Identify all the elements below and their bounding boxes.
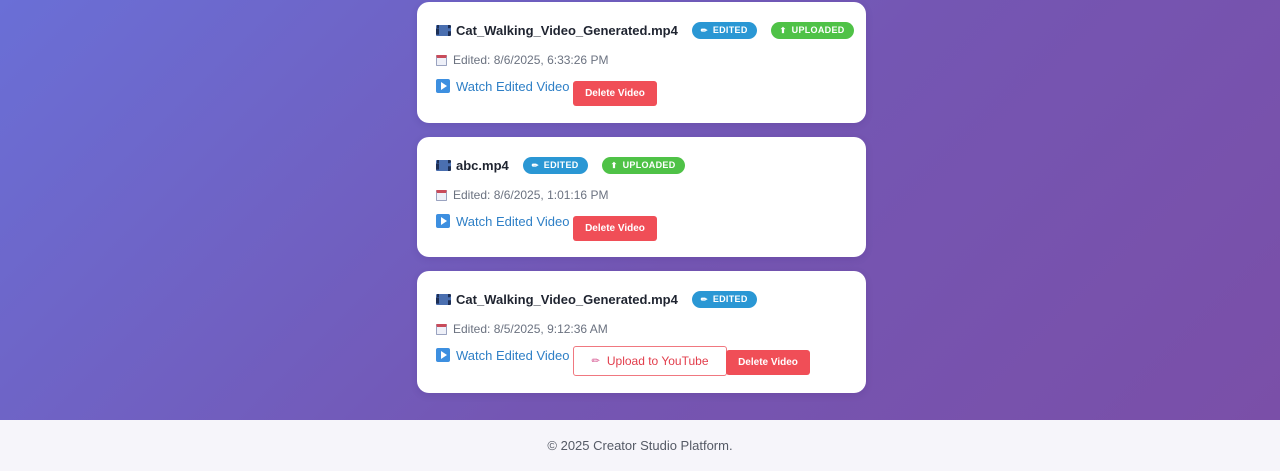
delete-video-button[interactable]: Delete Video bbox=[573, 216, 657, 241]
edited-date: Edited: 8/6/2025, 6:33:26 PM bbox=[453, 53, 609, 67]
edited-badge: ✏ EDITED bbox=[691, 290, 757, 308]
upload-button-label: Upload to YouTube bbox=[606, 354, 709, 368]
video-file-name: abc.mp4 bbox=[456, 157, 509, 173]
watch-edited-video-link[interactable]: Watch Edited Video bbox=[436, 77, 569, 95]
pencil-icon: ✏ bbox=[700, 294, 708, 304]
video-card: Cat_Walking_Video_Generated.mp4 ✏ EDITED… bbox=[417, 271, 866, 393]
video-title-row: Cat_Walking_Video_Generated.mp4 ✏ EDITED bbox=[436, 290, 771, 308]
edited-date-row: Edited: 8/6/2025, 1:01:16 PM bbox=[436, 187, 608, 203]
video-file-name: Cat_Walking_Video_Generated.mp4 bbox=[456, 22, 678, 38]
edited-date-row: Edited: 8/5/2025, 9:12:36 AM bbox=[436, 321, 608, 337]
video-file-name: Cat_Walking_Video_Generated.mp4 bbox=[456, 291, 678, 307]
edited-badge-label: EDITED bbox=[543, 160, 579, 170]
edited-date: Edited: 8/6/2025, 1:01:16 PM bbox=[453, 188, 609, 202]
calendar-icon bbox=[436, 189, 447, 201]
calendar-icon bbox=[436, 323, 447, 335]
uploaded-badge: ⬆ UPLOADED bbox=[601, 156, 685, 174]
film-icon bbox=[436, 24, 451, 36]
edited-badge: ✏ EDITED bbox=[691, 21, 757, 39]
video-card: abc.mp4 ✏ EDITED ⬆ UPLOADED Edited: 8/6/… bbox=[417, 137, 866, 257]
delete-video-button[interactable]: Delete Video bbox=[573, 81, 657, 106]
upload-icon: ⬆ bbox=[610, 160, 618, 170]
upload-to-youtube-button[interactable]: ✏ Upload to YouTube bbox=[573, 346, 727, 376]
edited-badge-label: EDITED bbox=[712, 294, 748, 304]
watch-edited-video-link[interactable]: Watch Edited Video bbox=[436, 346, 569, 364]
video-title-row: Cat_Walking_Video_Generated.mp4 ✏ EDITED… bbox=[436, 21, 868, 39]
edited-badge: ✏ EDITED bbox=[522, 156, 588, 174]
play-icon bbox=[436, 79, 450, 93]
video-list-area: Cat_Walking_Video_Generated.mp4 ✏ EDITED… bbox=[0, 0, 1280, 420]
watch-link-label: Watch Edited Video bbox=[456, 78, 570, 94]
footer-copyright: © 2025 Creator Studio Platform. bbox=[547, 438, 733, 453]
uploaded-badge: ⬆ UPLOADED bbox=[770, 21, 854, 39]
pencil-icon: ✏ bbox=[700, 25, 708, 35]
upload-icon: ⬆ bbox=[779, 25, 787, 35]
play-icon bbox=[436, 214, 450, 228]
edited-date: Edited: 8/5/2025, 9:12:36 AM bbox=[453, 322, 608, 336]
watch-edited-video-link[interactable]: Watch Edited Video bbox=[436, 212, 569, 230]
film-icon bbox=[436, 293, 451, 305]
watch-link-label: Watch Edited Video bbox=[456, 213, 570, 229]
delete-video-button[interactable]: Delete Video bbox=[726, 350, 810, 375]
pencil-icon: ✏ bbox=[531, 160, 539, 170]
play-icon bbox=[436, 348, 450, 362]
watch-link-label: Watch Edited Video bbox=[456, 347, 570, 363]
video-title-row: abc.mp4 ✏ EDITED ⬆ UPLOADED bbox=[436, 156, 699, 174]
film-icon bbox=[436, 159, 451, 171]
calendar-icon bbox=[436, 54, 447, 66]
edited-badge-label: EDITED bbox=[712, 25, 748, 35]
uploaded-badge-label: UPLOADED bbox=[622, 160, 676, 170]
edited-date-row: Edited: 8/6/2025, 6:33:26 PM bbox=[436, 52, 608, 68]
uploaded-badge-label: UPLOADED bbox=[791, 25, 845, 35]
video-card: Cat_Walking_Video_Generated.mp4 ✏ EDITED… bbox=[417, 2, 866, 123]
pencil-icon: ✏ bbox=[591, 355, 600, 367]
page-footer: © 2025 Creator Studio Platform. bbox=[0, 420, 1280, 471]
